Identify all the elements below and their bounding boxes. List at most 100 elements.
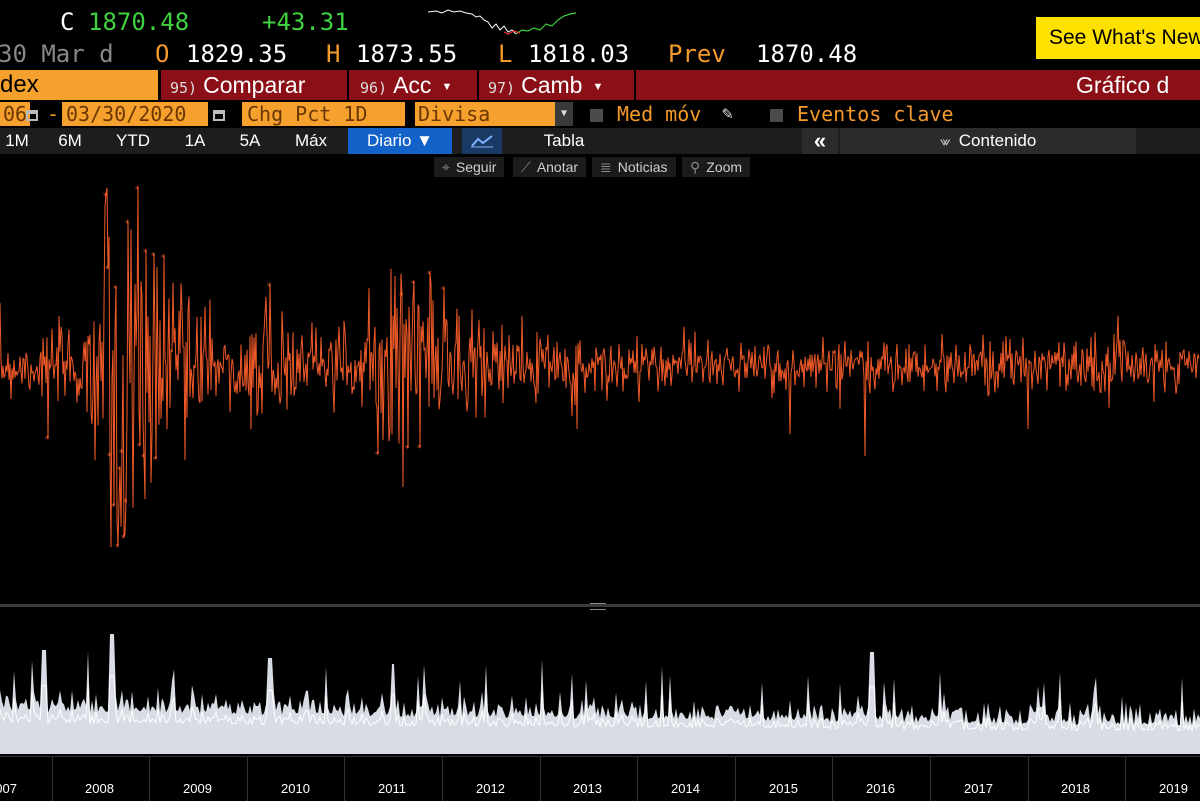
extreme-marker: *	[405, 445, 410, 455]
year-label: 2010	[281, 781, 310, 796]
index-tab[interactable]: dex	[0, 70, 39, 100]
extreme-marker: *	[375, 451, 380, 461]
extreme-marker: *	[123, 498, 128, 508]
content-label: Contenido	[958, 131, 1037, 150]
line-chart-glyph	[471, 135, 493, 148]
range-1m[interactable]: 1M	[0, 128, 34, 154]
key-events-label: Eventos clave	[797, 102, 954, 126]
extreme-marker: *	[399, 292, 404, 302]
sparkline-chart	[428, 9, 577, 35]
extreme-marker: *	[143, 248, 148, 258]
year-label: 2017	[964, 781, 993, 796]
key-events-checkbox[interactable]	[770, 102, 797, 126]
search-icon: ⚲	[690, 159, 701, 175]
annotate-tool[interactable]: ⟋ Anotar	[513, 157, 587, 177]
year-tick	[735, 757, 736, 801]
drag-handle-icon[interactable]	[590, 603, 606, 610]
year-tick	[442, 757, 443, 801]
moving-avg-label: Med móv	[617, 102, 702, 126]
range-6m[interactable]: 6M	[48, 128, 92, 154]
currency-field[interactable]: Divisa local	[415, 102, 555, 150]
x-axis: 2007 2008 2009 2010 2011 2012 2013 2014 2015 2016…	[0, 756, 1200, 801]
extreme-marker: *	[125, 219, 130, 229]
news-tool[interactable]: ≣ Noticias	[592, 157, 676, 177]
menu-compare-label: Comparar	[203, 72, 306, 98]
year-label: 2007	[0, 781, 17, 796]
price-change-chart[interactable]: **************** ***********	[0, 180, 1200, 600]
news-label: Noticias	[617, 159, 668, 175]
year-label: 2019	[1159, 781, 1188, 796]
extreme-marker: *	[119, 449, 124, 459]
zoom-tool[interactable]: ⚲ Zoom	[682, 157, 751, 177]
low-label: L	[498, 40, 513, 68]
menu-actions-num: 96)	[360, 79, 388, 97]
extreme-marker: *	[121, 534, 126, 544]
menu-change[interactable]: 97) Camb ▼	[488, 70, 633, 100]
chevron-down-icon[interactable]: ▼	[555, 102, 573, 126]
pencil-icon[interactable]: ✎	[722, 102, 733, 126]
end-date-field[interactable]: 03/30/2020	[62, 102, 208, 126]
extreme-marker: *	[111, 502, 116, 512]
quote-date: 30 Mar d	[0, 40, 114, 68]
series-daily-change: **************** ***********	[0, 185, 1200, 553]
sparkline-down	[428, 9, 517, 35]
extreme-marker: *	[153, 455, 158, 465]
moving-avg-checkbox[interactable]	[590, 102, 617, 126]
collapse-button[interactable]: «	[802, 128, 838, 154]
content-button[interactable]: ⩖ Contenido	[840, 128, 1136, 154]
follow-label: Seguir	[455, 159, 497, 175]
menu-change-num: 97)	[488, 79, 516, 97]
prev-value: 1870.48	[756, 40, 858, 68]
year-label: 2014	[671, 781, 700, 796]
news-icon: ≣	[600, 159, 612, 175]
last-price: 1870.48	[88, 8, 190, 36]
extreme-marker: *	[117, 465, 122, 475]
extreme-marker: *	[427, 270, 432, 280]
year-tick	[1125, 757, 1126, 801]
chart-settings-icon: ⩖	[939, 133, 951, 149]
high-value: 1873.55	[356, 40, 458, 68]
year-tick	[149, 757, 150, 801]
menu-compare[interactable]: 95) Comparar	[170, 70, 345, 100]
see-whats-new-button[interactable]: See What's New	[1036, 17, 1200, 59]
checkbox-box	[590, 109, 603, 122]
menu-divider	[477, 70, 479, 100]
year-label: 2009	[183, 781, 212, 796]
year-label: 2016	[866, 781, 895, 796]
frequency-dropdown[interactable]: Diario ▼	[348, 128, 452, 154]
line-chart-icon[interactable]	[462, 128, 502, 154]
chevron-down-icon: ▼	[441, 80, 453, 93]
extreme-marker: *	[137, 442, 142, 452]
checkbox-box	[770, 109, 783, 122]
volume-area	[0, 634, 1200, 754]
sparkline-up	[515, 12, 577, 35]
annotate-label: Anotar	[536, 159, 579, 175]
year-tick	[930, 757, 931, 801]
menu-change-label: Camb	[521, 72, 583, 98]
range-ytd[interactable]: YTD	[106, 128, 160, 154]
follow-tool[interactable]: ⌖ Seguir	[434, 157, 505, 177]
open-value: 1829.35	[186, 40, 288, 68]
calendar-icon[interactable]	[213, 102, 225, 126]
year-label: 2011	[378, 781, 406, 796]
extreme-marker: *	[103, 192, 108, 202]
chevron-down-icon: ▼	[592, 80, 604, 93]
extreme-marker: *	[141, 453, 146, 463]
menu-actions[interactable]: 96) Acc ▼	[360, 70, 475, 100]
year-label: 2018	[1061, 781, 1090, 796]
table-button[interactable]: Tabla	[518, 128, 610, 154]
year-label: 2013	[573, 781, 602, 796]
chart-title: Gráfico d	[1076, 72, 1170, 98]
menu-divider	[347, 70, 349, 100]
year-tick	[540, 757, 541, 801]
range-5a[interactable]: 5A	[228, 128, 272, 154]
range-max[interactable]: Máx	[283, 128, 339, 154]
year-tick	[832, 757, 833, 801]
extreme-marker: *	[115, 543, 120, 553]
calendar-icon[interactable]	[26, 102, 38, 126]
measure-field[interactable]: Chg Pct 1D	[242, 102, 405, 126]
range-1a[interactable]: 1A	[174, 128, 216, 154]
extreme-marker: *	[135, 185, 140, 195]
menu-compare-num: 95)	[170, 79, 198, 97]
range-bar: 1M 6M YTD 1A 5A Máx Diario ▼ Tabla « ⩖ Co…	[0, 128, 1200, 154]
